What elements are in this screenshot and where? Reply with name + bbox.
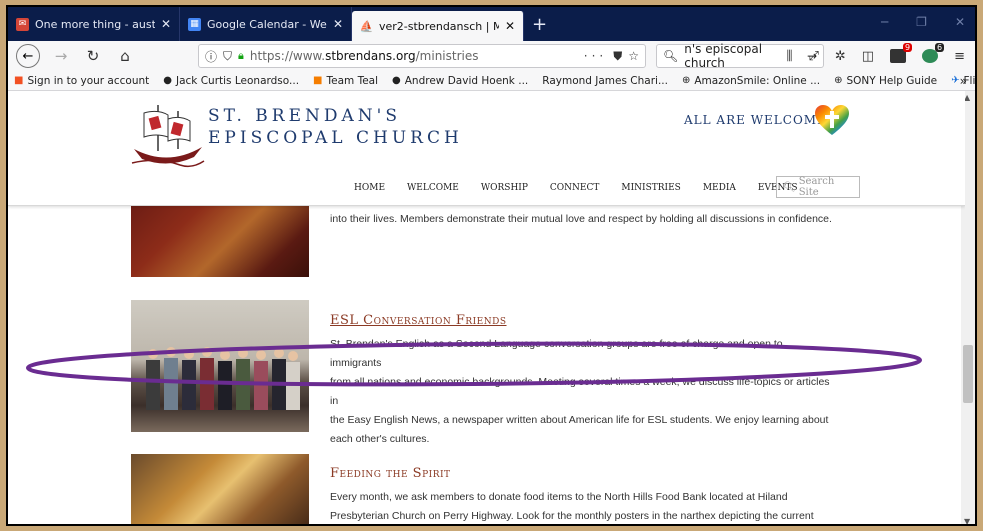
bookmarks-toolbar: ■ Sign in to your account ● Jack Curtis Le…: [8, 71, 975, 91]
browser-window: ✉ One more thing - austover@gm ✕ ▦ Googl…: [6, 5, 977, 526]
address-bar[interactable]: ⓘ ⛉ 🔒︎ https://www.stbrendans.org/minist…: [198, 44, 646, 68]
search-icon: 🔍︎: [663, 49, 679, 63]
bookmark-star-icon[interactable]: ☆: [628, 49, 639, 63]
bookmark-item[interactable]: ⊕ SONY Help Guide: [834, 75, 937, 87]
esl-line: from all nations and economic background…: [330, 376, 830, 407]
globe-icon: ⊕: [681, 75, 691, 86]
stbrendans-favicon: ⛵: [359, 19, 374, 33]
minimize-icon[interactable]: ─: [881, 15, 888, 29]
feeding-spirit-photo: [131, 454, 309, 524]
sidebar-icon[interactable]: ◫: [862, 49, 874, 64]
blogger-icon: ■: [313, 75, 323, 86]
settings-gear-icon[interactable]: ✲: [835, 49, 846, 64]
site-menu: HOME WELCOME WORSHIP CONNECT MINISTRIES …: [354, 183, 798, 193]
windows-icon: ■: [14, 75, 24, 86]
close-window-icon[interactable]: ✕: [955, 15, 965, 29]
search-value[interactable]: n's episcopal church: [684, 42, 801, 70]
site-header: ST. BRENDAN'S EPISCOPAL CHURCH ALL ARE W…: [8, 91, 965, 206]
pocket-icon[interactable]: ⛊: [613, 49, 622, 64]
bookmark-item[interactable]: Raymond James Chari...: [542, 75, 668, 87]
info-icon[interactable]: ⓘ: [205, 48, 217, 65]
ublock-extension-icon[interactable]: 9: [890, 43, 913, 63]
church-name-line2: EPISCOPAL CHURCH: [208, 128, 463, 148]
globe-icon: ⊕: [834, 75, 843, 86]
esl-heading-link[interactable]: ESL Conversation Friends: [330, 313, 507, 328]
expand-icon[interactable]: ⤢: [808, 49, 818, 64]
ship-logo-icon[interactable]: [128, 97, 208, 171]
page-viewport: into their lives. Members demonstrate th…: [8, 91, 965, 524]
feeding-heading: Feeding the Spirit: [330, 466, 451, 481]
esl-line: the Easy English News, a newspaper writt…: [330, 414, 829, 426]
extension-icon[interactable]: 6: [922, 43, 945, 63]
home-button[interactable]: ⌂: [114, 47, 136, 65]
close-icon[interactable]: ✕: [333, 17, 343, 31]
feeding-line: Every month, we ask members to donate fo…: [330, 491, 788, 503]
tab-title: ver2-stbrendansch | MINISTRIE: [379, 19, 499, 33]
menu-icon[interactable]: ≡: [954, 49, 965, 64]
tab-gmail[interactable]: ✉ One more thing - austover@gm ✕: [8, 7, 180, 41]
rainbow-heart-cross-icon: [815, 105, 849, 135]
tab-ministries[interactable]: ⛵ ver2-stbrendansch | MINISTRIE ✕: [352, 11, 524, 41]
new-tab-button[interactable]: +: [532, 14, 547, 35]
church-name-line1: ST. BRENDAN'S: [208, 106, 401, 126]
menu-welcome[interactable]: WELCOME: [407, 183, 459, 193]
restore-icon[interactable]: ❐: [916, 15, 927, 29]
apple-icon: ●: [392, 75, 401, 86]
navigation-bar: ← → ↻ ⌂ ⓘ ⛉ 🔒︎ https://www.stbrendans.or…: [8, 41, 975, 71]
forward-button[interactable]: →: [50, 47, 72, 65]
church-name[interactable]: ST. BRENDAN'S EPISCOPAL CHURCH: [208, 105, 463, 149]
esl-line: St. Brendan's English as a Second Langua…: [330, 338, 783, 369]
feeding-line: Presbyterian Church on Perry Highway. Lo…: [330, 510, 814, 522]
bookmarks-overflow-icon[interactable]: »: [960, 74, 967, 88]
tagline: ALL ARE WELCOME: [684, 113, 827, 127]
scroll-down-icon[interactable]: ▼: [964, 517, 970, 524]
tab-strip: ✉ One more thing - austover@gm ✕ ▦ Googl…: [8, 7, 975, 41]
search-icon: 🔍︎: [783, 181, 796, 193]
tab-title: Google Calendar - Week of Ma: [207, 17, 327, 31]
bookmark-item[interactable]: ■ Team Teal: [313, 75, 378, 87]
bookmark-item[interactable]: ■ Sign in to your account: [14, 75, 149, 87]
bookmark-item[interactable]: ● Andrew David Hoenk ...: [392, 75, 528, 87]
plane-icon: ✈: [951, 75, 960, 86]
calendar-icon: ▦: [188, 17, 201, 31]
ministry-text-tail: into their lives. Members demonstrate th…: [330, 213, 832, 225]
lock-icon[interactable]: 🔒︎: [238, 49, 244, 63]
menu-ministries[interactable]: MINISTRIES: [621, 183, 680, 193]
menu-media[interactable]: MEDIA: [703, 183, 736, 193]
tab-title: One more thing - austover@gm: [35, 17, 155, 31]
site-search-placeholder: Search Site: [798, 176, 835, 198]
menu-home[interactable]: HOME: [354, 183, 385, 193]
bookmark-item[interactable]: ⊕ AmazonSmile: Online ...: [682, 75, 820, 87]
scrollbar-thumb[interactable]: [963, 345, 973, 403]
menu-worship[interactable]: WORSHIP: [481, 183, 528, 193]
ministry-image-painting: [131, 201, 309, 277]
gmail-icon: ✉: [16, 17, 29, 31]
feeding-description: Every month, we ask members to donate fo…: [330, 488, 830, 524]
back-button[interactable]: ←: [16, 44, 40, 68]
menu-connect[interactable]: CONNECT: [550, 183, 599, 193]
page-actions-icon[interactable]: ···: [584, 49, 607, 63]
close-icon[interactable]: ✕: [505, 19, 515, 33]
library-icon[interactable]: ⫼: [787, 49, 793, 64]
shield-icon[interactable]: ⛉: [223, 49, 232, 64]
bookmark-item[interactable]: ● Jack Curtis Leonardso...: [163, 75, 299, 87]
esl-description: St. Brendan's English as a Second Langua…: [330, 335, 830, 449]
reload-button[interactable]: ↻: [82, 47, 104, 65]
close-icon[interactable]: ✕: [161, 17, 171, 31]
site-search-input[interactable]: 🔍︎ Search Site: [776, 176, 860, 198]
apple-icon: ●: [163, 75, 172, 86]
esl-line: each other's cultures.: [330, 433, 430, 445]
tab-calendar[interactable]: ▦ Google Calendar - Week of Ma ✕: [180, 7, 352, 41]
url-text[interactable]: https://www.stbrendans.org/ministries: [250, 49, 578, 63]
esl-group-photo: [131, 300, 309, 432]
group-people-graphic: [146, 347, 300, 410]
